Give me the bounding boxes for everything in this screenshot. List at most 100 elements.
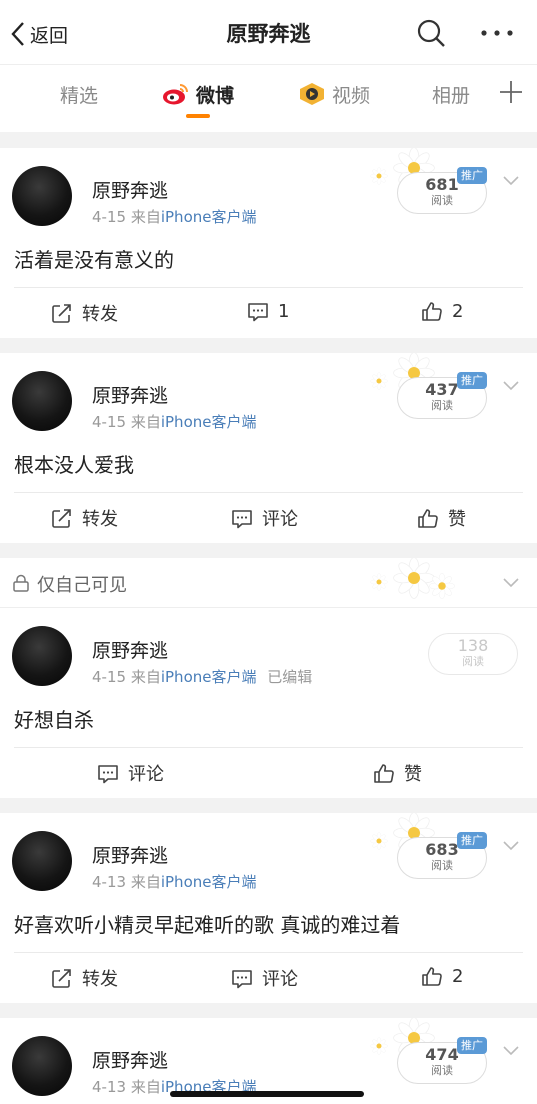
source-link[interactable]: iPhone客户端 <box>161 873 257 891</box>
like-count: 2 <box>452 965 464 987</box>
private-label: 仅自己可见 <box>37 575 127 596</box>
top-bar: 返回 原野奔逃 <box>0 0 537 64</box>
search-icon[interactable] <box>416 18 446 48</box>
promote-badge[interactable]: 推广 <box>457 372 487 389</box>
repost-label: 转发 <box>82 304 118 325</box>
post-card: 原野奔逃 4-13 来自iPhone客户端 683 阅读 推广 好喜欢听小精灵早… <box>0 813 537 1003</box>
like-button[interactable]: 赞 <box>416 505 466 531</box>
comment-label: 评论 <box>262 509 298 530</box>
repost-label: 转发 <box>82 969 118 990</box>
tab-label: 精选 <box>60 84 99 107</box>
comment-button[interactable]: 1 <box>246 300 289 322</box>
avatar[interactable] <box>12 371 72 431</box>
author-name[interactable]: 原野奔逃 <box>92 381 168 408</box>
edited-label[interactable]: 已编辑 <box>267 668 312 686</box>
lock-icon <box>13 574 29 592</box>
comment-icon <box>98 765 118 784</box>
comment-icon <box>232 970 252 989</box>
repost-button[interactable]: 转发 <box>50 300 118 326</box>
source-link[interactable]: iPhone客户端 <box>161 413 257 431</box>
post-date: 4-15 <box>92 668 127 686</box>
tab-weibo[interactable]: 微博 <box>162 79 234 109</box>
source-prefix: 来自 <box>130 1078 161 1096</box>
read-count-badge: 138 阅读 <box>428 633 518 675</box>
post-meta: 4-13 来自iPhone客户端 <box>92 871 256 892</box>
tab-featured[interactable]: 精选 <box>60 79 98 109</box>
chevron-down-icon[interactable] <box>502 577 520 589</box>
post-text: 活着是没有意义的 <box>14 248 174 272</box>
promote-badge[interactable]: 推广 <box>457 1037 487 1054</box>
promote-badge[interactable]: 推广 <box>457 832 487 849</box>
author-name[interactable]: 原野奔逃 <box>92 176 168 203</box>
read-label: 阅读 <box>431 194 453 207</box>
tab-label: 相册 <box>432 84 471 107</box>
like-button[interactable]: 赞 <box>372 760 422 786</box>
chevron-down-icon[interactable] <box>502 380 520 392</box>
post-meta: 4-15 来自iPhone客户端 已编辑 <box>92 666 312 687</box>
repost-icon <box>52 969 71 988</box>
like-count: 2 <box>452 300 464 322</box>
author-name[interactable]: 原野奔逃 <box>92 841 168 868</box>
divider <box>14 492 523 493</box>
avatar[interactable] <box>12 626 72 686</box>
chevron-down-icon[interactable] <box>502 1045 520 1057</box>
comment-button[interactable]: 评论 <box>96 760 164 786</box>
repost-button[interactable]: 转发 <box>50 505 118 531</box>
source-link[interactable]: iPhone客户端 <box>161 668 257 686</box>
divider <box>14 287 523 288</box>
home-indicator[interactable] <box>170 1091 364 1097</box>
comment-count: 1 <box>278 300 290 322</box>
repost-icon <box>52 509 71 528</box>
comment-label: 评论 <box>128 764 164 785</box>
post-text: 好喜欢听小精灵早起难听的歌 真诚的难过着 <box>14 913 401 937</box>
post-card: 原野奔逃 4-15 来自iPhone客户端 437 阅读 推广 根本没人爱我 转… <box>0 353 537 543</box>
page-title: 原野奔逃 <box>226 22 311 46</box>
source-link[interactable]: iPhone客户端 <box>161 208 257 226</box>
tab-label: 微博 <box>196 84 235 107</box>
author-name[interactable]: 原野奔逃 <box>92 1046 168 1073</box>
source-prefix: 来自 <box>130 208 161 226</box>
chevron-down-icon[interactable] <box>502 840 520 852</box>
comment-icon <box>248 303 268 322</box>
active-tab-indicator <box>186 114 210 118</box>
like-button[interactable]: 2 <box>420 300 463 322</box>
promote-badge[interactable]: 推广 <box>457 167 487 184</box>
like-icon <box>422 967 442 986</box>
comment-icon <box>232 510 252 529</box>
comment-button[interactable]: 评论 <box>230 965 298 991</box>
source-prefix: 来自 <box>130 413 161 431</box>
add-tab-icon[interactable] <box>498 79 524 105</box>
tab-video[interactable]: 视频 <box>298 79 370 109</box>
tab-album[interactable]: 相册 <box>432 79 470 109</box>
read-label: 阅读 <box>431 1064 453 1077</box>
like-icon <box>422 302 442 321</box>
divider <box>14 747 523 748</box>
like-button[interactable]: 2 <box>420 965 463 987</box>
weibo-icon <box>163 84 188 105</box>
post-date: 4-13 <box>92 1078 127 1096</box>
like-label: 赞 <box>404 764 422 785</box>
profile-tabs: 精选 微博 视频 相册 <box>0 64 537 132</box>
private-visibility-bar: 仅自己可见 <box>0 558 537 608</box>
read-count: 138 <box>457 636 489 655</box>
flower-decoration <box>370 558 456 600</box>
like-label: 赞 <box>448 509 466 530</box>
read-label: 阅读 <box>431 399 453 412</box>
chevron-down-icon[interactable] <box>502 175 520 187</box>
comment-button[interactable]: 评论 <box>230 505 298 531</box>
post-meta: 4-15 来自iPhone客户端 <box>92 206 256 227</box>
post-text: 根本没人爱我 <box>14 453 134 477</box>
avatar[interactable] <box>12 166 72 226</box>
post-card: 原野奔逃 4-15 来自iPhone客户端 已编辑 138 阅读 好想自杀 评论… <box>0 608 537 798</box>
read-label: 阅读 <box>462 655 484 668</box>
avatar[interactable] <box>12 831 72 891</box>
post-date: 4-15 <box>92 413 127 431</box>
author-name[interactable]: 原野奔逃 <box>92 636 168 663</box>
repost-button[interactable]: 转发 <box>50 965 118 991</box>
post-date: 4-15 <box>92 208 127 226</box>
like-icon <box>418 509 438 528</box>
repost-icon <box>52 304 71 323</box>
source-prefix: 来自 <box>130 668 161 686</box>
more-icon[interactable] <box>480 22 514 44</box>
avatar[interactable] <box>12 1036 72 1096</box>
